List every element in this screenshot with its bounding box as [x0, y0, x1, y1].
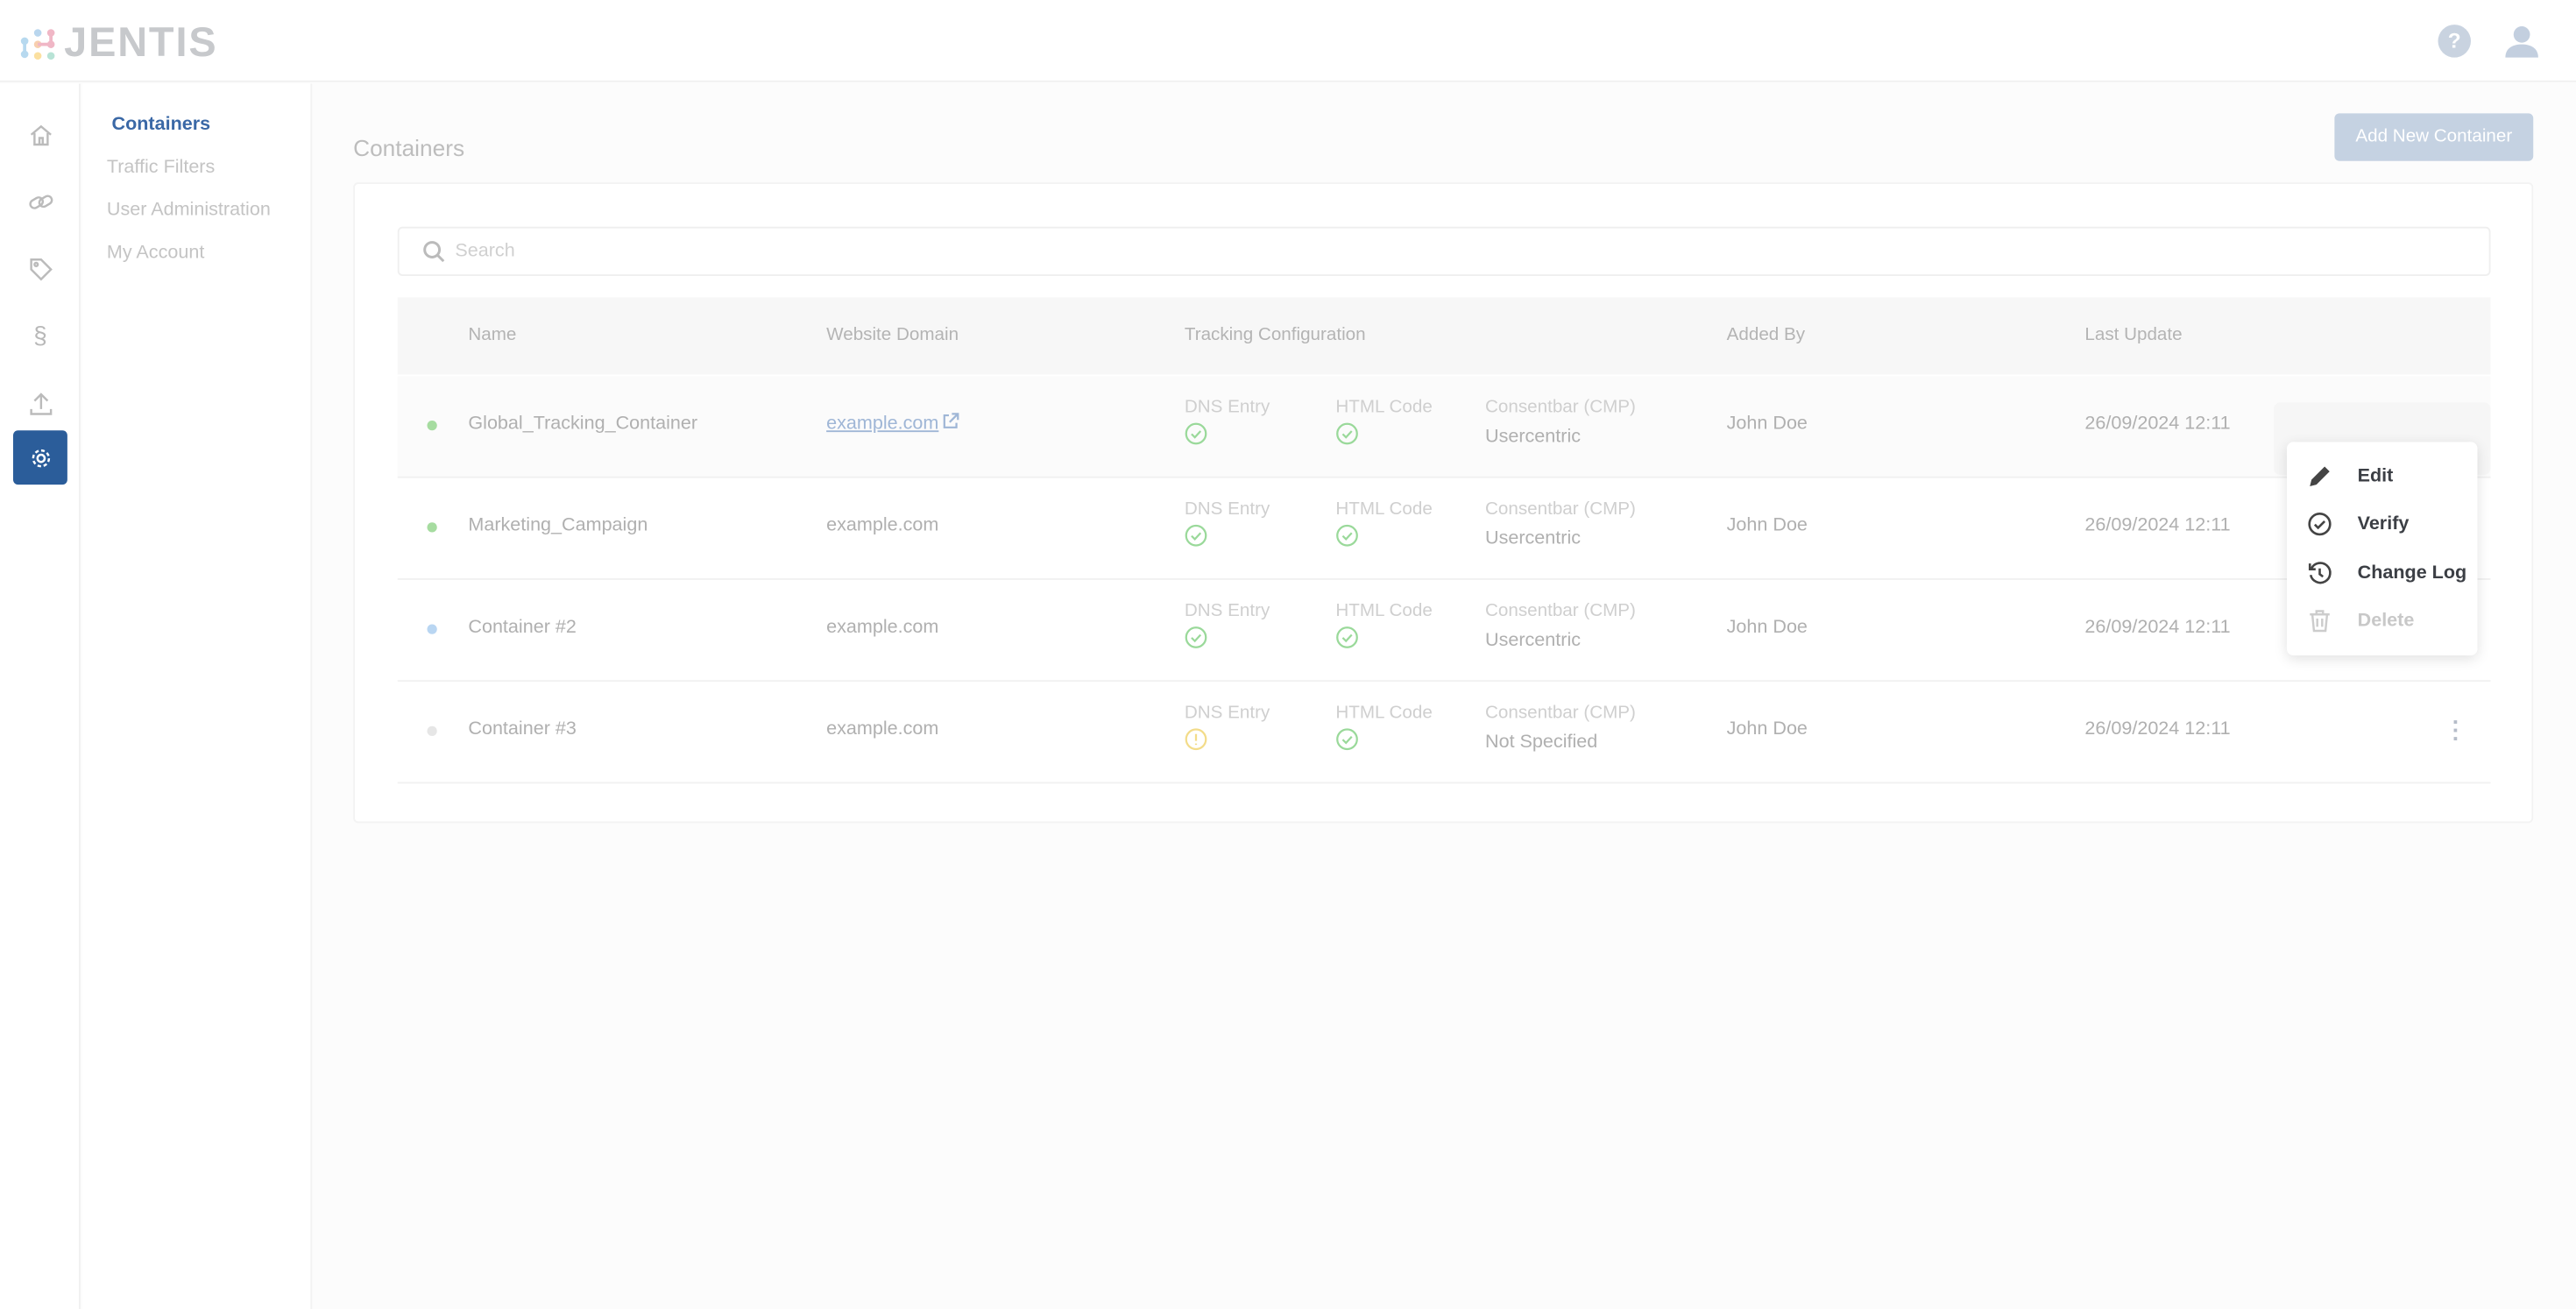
check-circle-icon [1185, 422, 1270, 450]
check-circle-icon [1185, 524, 1270, 552]
last-update: 26/09/2024 12:11 [2084, 618, 2231, 638]
top-bar: JENTIS ? [0, 0, 2576, 82]
last-update: 26/09/2024 12:11 [2084, 719, 2231, 739]
check-circle-icon [1185, 626, 1270, 654]
containers-card: Name Website Domain Tracking Configurati… [353, 182, 2534, 824]
cmp-label: Consentbar (CMP) [1485, 397, 1636, 418]
menu-item-verify[interactable]: Verify [2307, 511, 2409, 537]
check-circle-icon [1335, 626, 1432, 654]
trash-icon [2310, 610, 2330, 633]
website-domain: example.com [826, 515, 939, 536]
menu-item-edit[interactable]: Edit [2307, 463, 2393, 490]
status-dot [427, 522, 437, 533]
page-title: Containers [353, 134, 465, 161]
cmp-label: Consentbar (CMP) [1485, 601, 1636, 621]
cmp-label: Consentbar (CMP) [1485, 499, 1636, 520]
dns-entry-label: DNS Entry [1184, 703, 1270, 724]
website-domain: example.com [826, 618, 939, 638]
added-by: John Doe [1726, 414, 1808, 435]
website-domain-link[interactable]: example.com [826, 414, 938, 435]
search-icon [423, 241, 445, 263]
column-header-last-update[interactable]: Last Update [2084, 325, 2182, 345]
status-dot [427, 624, 437, 634]
column-header-tracking: Tracking Configuration [1184, 325, 1366, 345]
tag-icon[interactable] [13, 242, 67, 296]
check-circle-icon [2308, 512, 2332, 536]
user-avatar-icon[interactable] [2504, 23, 2540, 59]
last-update: 26/09/2024 12:11 [2084, 414, 2231, 435]
more-actions-icon[interactable]: ··· [2448, 710, 2465, 749]
search-input[interactable] [455, 241, 709, 262]
table-row[interactable]: Marketing_Campaign example.com DNS Entry… [397, 478, 2491, 580]
check-circle-icon [1335, 728, 1432, 756]
cmp-label: Consentbar (CMP) [1485, 703, 1636, 724]
upload-icon[interactable] [13, 376, 67, 430]
gear-icon[interactable] [13, 430, 67, 485]
section-icon[interactable]: § [13, 309, 67, 364]
cmp-value: Not Specified [1485, 732, 1598, 753]
status-dot [427, 421, 437, 431]
icon-rail: § [0, 83, 81, 1309]
logo-icon [20, 28, 55, 60]
cmp-value: Usercentric [1485, 528, 1582, 549]
subnav-item-containers[interactable]: Containers [112, 115, 211, 135]
link-icon[interactable] [13, 174, 67, 229]
logo[interactable]: JENTIS [20, 20, 218, 67]
last-update: 26/09/2024 12:11 [2084, 515, 2231, 536]
settings-subnav: Containers Traffic Filters User Administ… [81, 83, 313, 1309]
check-circle-icon [1335, 422, 1432, 450]
add-new-container-button[interactable]: Add New Container [2334, 113, 2534, 161]
cmp-value: Usercentric [1485, 427, 1582, 448]
table-row[interactable]: Container #2 example.com DNS Entry HTML … [397, 580, 2491, 683]
warning-circle-icon [1185, 728, 1270, 756]
html-code-label: HTML Code [1335, 397, 1433, 418]
dns-entry-label: DNS Entry [1184, 499, 1270, 520]
table-row[interactable]: Global_Tracking_Container example.com DN… [397, 376, 2491, 478]
html-code-label: HTML Code [1335, 703, 1433, 724]
logo-text: JENTIS [64, 19, 218, 67]
website-domain: example.com [826, 719, 939, 739]
subnav-item-user-administration[interactable]: User Administration [107, 201, 271, 221]
container-name[interactable]: Container #2 [468, 618, 576, 638]
table-row[interactable]: Container #3 example.com DNS Entry HTML … [397, 682, 2491, 784]
container-name[interactable]: Global_Tracking_Container [468, 414, 697, 435]
cmp-value: Usercentric [1485, 631, 1582, 651]
pencil-icon [2310, 466, 2330, 486]
html-code-label: HTML Code [1335, 601, 1433, 621]
subnav-item-my-account[interactable]: My Account [107, 244, 204, 264]
container-name[interactable]: Container #3 [468, 719, 576, 739]
menu-item-delete[interactable]: Delete [2307, 608, 2414, 634]
added-by: John Doe [1726, 515, 1808, 536]
menu-item-change-log[interactable]: Change Log [2307, 560, 2466, 586]
home-icon[interactable] [13, 107, 67, 161]
column-header-added-by[interactable]: Added By [1727, 325, 1805, 345]
search-field[interactable] [397, 226, 2491, 276]
history-icon [2308, 562, 2332, 584]
container-name[interactable]: Marketing_Campaign [468, 516, 648, 536]
help-icon[interactable]: ? [2438, 25, 2471, 58]
dns-entry-label: DNS Entry [1184, 601, 1270, 621]
external-link-icon[interactable] [941, 413, 959, 431]
html-code-label: HTML Code [1335, 499, 1433, 520]
added-by: John Doe [1726, 618, 1808, 638]
row-context-menu: Edit Verify Change Log Delete [2287, 442, 2478, 656]
table-header: Name Website Domain Tracking Configurati… [397, 297, 2491, 375]
check-circle-icon [1335, 524, 1432, 552]
added-by: John Doe [1726, 719, 1808, 739]
column-header-domain[interactable]: Website Domain [826, 325, 959, 345]
dns-entry-label: DNS Entry [1184, 397, 1270, 418]
subnav-item-traffic-filters[interactable]: Traffic Filters [107, 158, 215, 178]
app: JENTIS ? § Containers Traffic Filters Us… [0, 0, 2576, 1309]
column-header-name[interactable]: Name [468, 325, 516, 345]
status-dot [427, 725, 437, 736]
